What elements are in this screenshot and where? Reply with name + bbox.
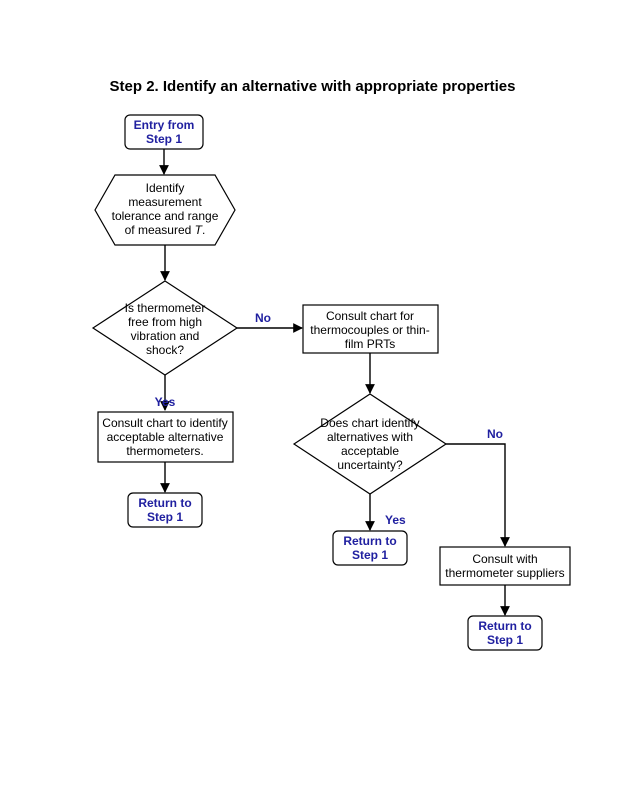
vibration-line3: vibration and xyxy=(131,329,200,343)
suppliers-line1: Consult with xyxy=(472,552,537,566)
label-yes2: Yes xyxy=(385,513,406,527)
edge-chartid-no xyxy=(446,444,505,546)
vibration-line1: Is thermometer xyxy=(125,301,206,315)
node-return3: Return to Step 1 xyxy=(468,616,542,650)
node-return1: Return to Step 1 xyxy=(128,493,202,527)
return1-line1: Return to xyxy=(138,496,191,510)
label-yes1: Yes xyxy=(155,395,176,409)
return3-line2: Step 1 xyxy=(487,633,523,647)
node-identify: Identify measurement tolerance and range… xyxy=(95,175,235,245)
node-return2: Return to Step 1 xyxy=(333,531,407,565)
node-consult-tc: Consult chart for thermocouples or thin-… xyxy=(303,305,438,353)
chartid-line4: uncertainty? xyxy=(337,458,403,472)
node-consult-suppliers: Consult with thermometer suppliers xyxy=(440,547,570,585)
return2-line2: Step 1 xyxy=(352,548,388,562)
chartid-line3: acceptable xyxy=(341,444,399,458)
node-consult-chart-alt: Consult chart to identify acceptable alt… xyxy=(98,412,233,462)
return1-line2: Step 1 xyxy=(147,510,183,524)
return3-line1: Return to xyxy=(478,619,531,633)
label-no1: No xyxy=(255,311,271,325)
identify-line1: Identify xyxy=(146,181,185,195)
node-entry: Entry from Step 1 xyxy=(125,115,203,149)
vibration-line4: shock? xyxy=(146,343,184,357)
node-chart-identify-decision: Does chart identify alternatives with ac… xyxy=(294,394,446,494)
consult-tc-line1: Consult chart for xyxy=(326,309,414,323)
entry-line2: Step 1 xyxy=(146,132,182,146)
consult-alt-line3: thermometers. xyxy=(126,444,203,458)
flowchart: Entry from Step 1 Identify measurement t… xyxy=(0,0,625,811)
chartid-line1: Does chart identify xyxy=(320,416,419,430)
chartid-line2: alternatives with xyxy=(327,430,413,444)
suppliers-line2: thermometer suppliers xyxy=(445,566,564,580)
identify-line3: tolerance and range xyxy=(112,209,219,223)
return2-line1: Return to xyxy=(343,534,396,548)
identify-line2: measurement xyxy=(128,195,202,209)
vibration-line2: free from high xyxy=(128,315,202,329)
consult-tc-line2: thermocouples or thin- xyxy=(310,323,429,337)
consult-alt-line1: Consult chart to identify xyxy=(102,416,227,430)
consult-tc-line3: film PRTs xyxy=(345,337,395,351)
identify-line4: of measured T. xyxy=(125,223,206,237)
node-vibration-decision: Is thermometer free from high vibration … xyxy=(93,281,237,375)
entry-line1: Entry from xyxy=(134,118,195,132)
consult-alt-line2: acceptable alternative xyxy=(107,430,224,444)
label-no2: No xyxy=(487,427,503,441)
